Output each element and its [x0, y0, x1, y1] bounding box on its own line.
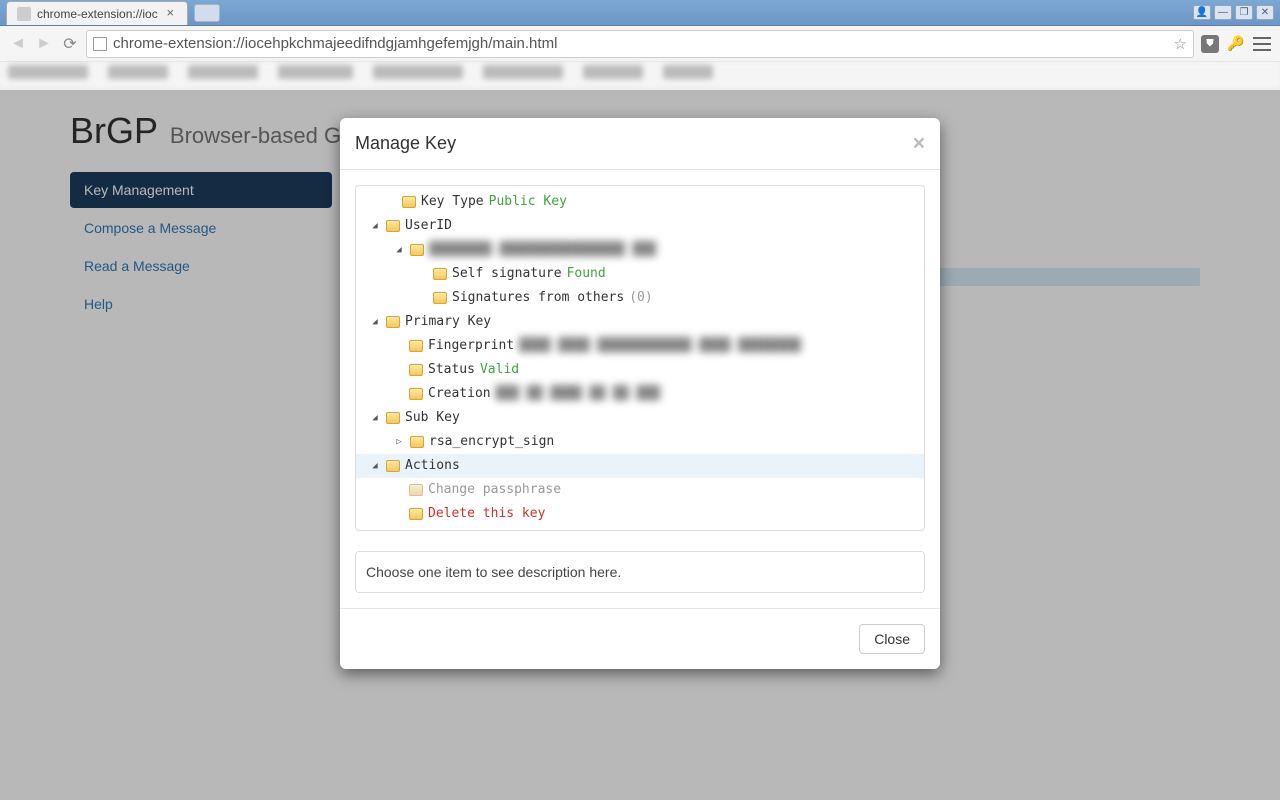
close-button-label: Close — [874, 631, 910, 647]
status-value: Valid — [480, 360, 519, 380]
tree-row-subkey[interactable]: ◢ Sub Key — [356, 406, 924, 430]
delete-key-label: Delete this key — [428, 504, 545, 524]
creation-value: ███ ██ ████ ██ ██ ███ — [496, 384, 660, 404]
fingerprint-label: Fingerprint — [428, 336, 514, 356]
folder-icon — [409, 364, 423, 376]
folder-icon — [409, 508, 423, 520]
folder-icon — [433, 268, 447, 280]
tree-row-delete-key[interactable]: Delete this key — [356, 502, 924, 526]
self-signature-label: Self signature — [452, 264, 562, 284]
url-text: chrome-extension://iocehpkchmajeedifndgj… — [113, 35, 557, 52]
close-button[interactable]: Close — [859, 624, 925, 654]
modal-footer: Close — [340, 608, 940, 669]
tree-row-userid[interactable]: ◢ UserID — [356, 214, 924, 238]
modal-body: Key Type Public Key ◢ UserID ◢ ████ — [340, 170, 940, 608]
tree-row-status[interactable]: Status Valid — [356, 358, 924, 382]
reload-icon[interactable]: ⟳ — [60, 34, 80, 54]
folder-icon — [386, 412, 400, 424]
shield-icon[interactable]: ⛊ — [1200, 34, 1220, 54]
creation-label: Creation — [428, 384, 491, 404]
tab-close-icon[interactable]: × — [164, 7, 177, 20]
back-icon[interactable]: ◄ — [8, 34, 28, 54]
self-signature-value: Found — [567, 264, 606, 284]
key-tree: Key Type Public Key ◢ UserID ◢ ████ — [355, 185, 925, 531]
userid-value: ████████ ████████████████ ███ — [429, 240, 656, 260]
menu-icon[interactable] — [1252, 34, 1272, 54]
modal-title: Manage Key — [355, 133, 456, 154]
key-type-value: Public Key — [489, 192, 567, 212]
key-type-label: Key Type — [421, 192, 484, 212]
folder-icon — [386, 220, 400, 232]
userid-label: UserID — [405, 216, 452, 236]
page: BrGP Browser-based G Key Management Comp… — [0, 90, 1280, 800]
tree-row-actions[interactable]: ◢ Actions — [356, 454, 924, 478]
description-box: Choose one item to see description here. — [355, 551, 925, 593]
close-window-icon[interactable]: ✕ — [1256, 5, 1274, 20]
collapse-icon[interactable]: ◢ — [393, 240, 405, 260]
tree-row-fingerprint[interactable]: Fingerprint ████ ████ ████████████ ████ … — [356, 334, 924, 358]
fingerprint-value: ████ ████ ████████████ ████ ████████ — [519, 336, 801, 356]
folder-icon — [409, 388, 423, 400]
minimize-icon[interactable]: — — [1214, 5, 1232, 20]
user-icon[interactable]: 👤 — [1193, 5, 1211, 20]
address-bar[interactable]: chrome-extension://iocehpkchmajeedifndgj… — [86, 30, 1194, 58]
tree-row-primary-key[interactable]: ◢ Primary Key — [356, 310, 924, 334]
folder-icon — [433, 292, 447, 304]
modal-header: Manage Key × — [340, 118, 940, 170]
page-info-icon[interactable] — [93, 37, 107, 51]
bookmarks-bar — [0, 62, 1280, 90]
modal-close-icon[interactable]: × — [913, 133, 925, 154]
collapse-icon[interactable]: ◢ — [369, 456, 381, 476]
status-label: Status — [428, 360, 475, 380]
folder-icon — [402, 196, 416, 208]
other-signatures-label: Signatures from others — [452, 288, 624, 308]
primary-key-label: Primary Key — [405, 312, 491, 332]
tab-favicon — [17, 7, 31, 21]
actions-label: Actions — [405, 456, 460, 476]
browser-titlebar: chrome-extension://ioc × 👤 — ❐ ✕ — [0, 0, 1280, 26]
maximize-icon[interactable]: ❐ — [1235, 5, 1253, 20]
subkey-child-label: rsa_encrypt_sign — [429, 432, 554, 452]
manage-key-modal: Manage Key × Key Type Public Key — [340, 118, 940, 669]
collapse-icon[interactable]: ◢ — [369, 312, 381, 332]
tree-row-userid-value[interactable]: ◢ ████████ ████████████████ ███ — [356, 238, 924, 262]
folder-icon — [386, 460, 400, 472]
collapse-icon[interactable]: ◢ — [369, 216, 381, 236]
folder-icon — [409, 484, 423, 496]
tree-row-subkey-child[interactable]: ▷ rsa_encrypt_sign — [356, 430, 924, 454]
subkey-label: Sub Key — [405, 408, 460, 428]
tab-title: chrome-extension://ioc — [37, 7, 158, 21]
change-passphrase-label: Change passphrase — [428, 480, 561, 500]
bookmark-star-icon[interactable]: ☆ — [1174, 35, 1187, 53]
folder-icon — [410, 244, 424, 256]
tree-row-change-passphrase[interactable]: Change passphrase — [356, 478, 924, 502]
collapse-icon[interactable]: ◢ — [369, 408, 381, 428]
description-text: Choose one item to see description here. — [366, 564, 621, 580]
folder-icon — [386, 316, 400, 328]
tree-row-other-signatures[interactable]: Signatures from others (0) — [356, 286, 924, 310]
extension-icon[interactable]: 🔑 — [1226, 34, 1246, 54]
tree-row-creation[interactable]: Creation ███ ██ ████ ██ ██ ███ — [356, 382, 924, 406]
new-tab-button[interactable] — [194, 4, 220, 22]
expand-icon[interactable]: ▷ — [393, 432, 405, 452]
tree-row-key-type[interactable]: Key Type Public Key — [356, 190, 924, 214]
folder-icon — [409, 340, 423, 352]
browser-toolbar: ◄ ► ⟳ chrome-extension://iocehpkchmajeed… — [0, 26, 1280, 62]
modal-overlay: Manage Key × Key Type Public Key — [0, 90, 1280, 800]
other-signatures-value: (0) — [629, 288, 652, 308]
forward-icon[interactable]: ► — [34, 34, 54, 54]
tree-row-self-signature[interactable]: Self signature Found — [356, 262, 924, 286]
window-controls: 👤 — ❐ ✕ — [1193, 5, 1274, 20]
browser-tab[interactable]: chrome-extension://ioc × — [6, 1, 188, 25]
folder-icon — [410, 436, 424, 448]
